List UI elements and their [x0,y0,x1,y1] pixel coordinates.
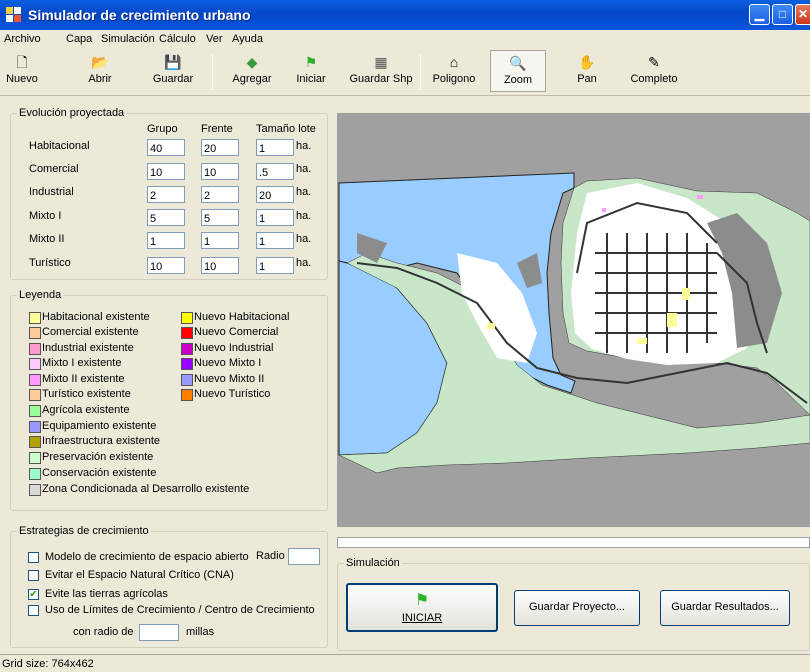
habitacional-grupo-input[interactable] [147,139,185,156]
strategies-title: Estrategias de crecimiento [17,525,151,537]
window-title: Simulador de crecimiento urbano [28,7,251,23]
new-button[interactable]: 🗋 Nuevo [2,50,42,92]
industrial-grupo-input[interactable] [147,186,185,203]
open-folder-icon: 📂 [91,54,109,70]
turistico-lote-input[interactable] [256,257,294,274]
mixto1-grupo-input[interactable] [147,209,185,226]
save-button[interactable]: 💾 Guardar [146,50,200,92]
simulation-group: Simulación ⚑ INICIAR Guardar Proyecto...… [337,557,810,651]
start-button[interactable]: ⚑ Iniciar [290,50,332,92]
mixto1-frente-input[interactable] [201,209,239,226]
unit-label: ha. [296,257,312,269]
row-label: Comercial [29,163,79,175]
check-mark-icon[interactable]: ✔ [28,589,39,600]
header-tamano-lote: Tamaño lote [256,123,316,135]
add-layer-icon: ◆ [246,54,258,70]
pan-button[interactable]: ✋ Pan [566,50,608,92]
green-flag-icon: ⚑ [304,54,318,70]
checkbox-box[interactable] [28,605,39,616]
habitacional-frente-input[interactable] [201,139,239,156]
menu-archivo[interactable]: Archivo [4,33,41,45]
turistico-frente-input[interactable] [201,257,239,274]
save-shp-button[interactable]: ▦ Guardar Shp [348,50,414,92]
turistico-grupo-input[interactable] [147,257,185,274]
green-flag-icon: ⚑ [414,592,430,609]
menu-calculo[interactable]: Cálculo [159,33,196,45]
zoom-button[interactable]: 🔍 Zoom [490,50,546,92]
mixto2-lote-input[interactable] [256,232,294,249]
polygon-icon: ⌂ [449,54,459,70]
radius-prefix: con radio de [73,626,134,638]
menu-ver[interactable]: Ver [206,33,223,45]
progress-bar [337,537,810,548]
close-button[interactable]: ✕ [795,4,810,25]
header-frente: Frente [201,123,233,135]
comercial-grupo-input[interactable] [147,163,185,180]
checkbox-box[interactable] [28,570,39,581]
map-canvas[interactable] [337,113,810,527]
full-extent-icon: ✎ [648,54,660,70]
row-label: Turístico [29,257,71,269]
start-simulation-button[interactable]: ⚑ INICIAR [346,583,498,632]
save-project-button[interactable]: Guardar Proyecto... [514,590,640,626]
simulation-title: Simulación [344,557,402,569]
habitacional-lote-input[interactable] [256,139,294,156]
grid-size-status: Grid size: 764x462 [2,658,94,670]
comercial-frente-input[interactable] [201,163,239,180]
header-grupo: Grupo [147,123,178,135]
toolbar: 🗋 Nuevo 📂 Abrir 💾 Guardar ◆ Agregar ⚑ In… [0,48,810,96]
industrial-frente-input[interactable] [201,186,239,203]
save-results-button[interactable]: Guardar Resultados... [660,590,790,626]
radio-input[interactable] [288,548,320,565]
save-shapefile-icon: ▦ [374,54,388,70]
mixto2-grupo-input[interactable] [147,232,185,249]
minimize-button[interactable]: ▁ [749,4,770,25]
radius-unit: millas [186,626,215,638]
evolution-title: Evolución proyectada [17,107,127,119]
checkbox-box[interactable] [28,552,39,563]
maximize-button[interactable]: □ [772,4,793,25]
legend-title: Leyenda [17,289,64,301]
radius-miles-input[interactable] [139,624,179,641]
menu-capa[interactable]: Capa [66,33,92,45]
status-bar: Grid size: 764x462 [0,654,810,672]
hand-icon: ✋ [578,54,596,70]
unit-label: ha. [296,163,312,175]
add-button[interactable]: ◆ Agregar [226,50,278,92]
row-label: Industrial [29,186,74,198]
row-label: Mixto II [29,233,65,245]
save-disk-icon: 💾 [164,54,182,70]
legend-group: Leyenda Habitacional existente Comercial… [10,289,328,511]
full-extent-button[interactable]: ✎ Completo [622,50,686,92]
new-file-icon: 🗋 [16,54,28,70]
toolbar-separator [420,54,421,90]
magnifier-icon: 🔍 [509,55,527,71]
unit-label: ha. [296,233,312,245]
unit-label: ha. [296,210,312,222]
map-view[interactable] [337,113,810,527]
row-label: Mixto I [29,210,62,222]
unit-label: ha. [296,140,312,152]
mixto2-frente-input[interactable] [201,232,239,249]
app-icon [6,7,22,23]
menu-ayuda[interactable]: Ayuda [232,33,263,45]
mixto1-lote-input[interactable] [256,209,294,226]
title-bar[interactable]: Simulador de crecimiento urbano ▁ □ ✕ [0,0,810,30]
open-button[interactable]: 📂 Abrir [80,50,120,92]
menu-bar: Archivo Capa Simulación Cálculo Ver Ayud… [0,30,810,48]
comercial-lote-input[interactable] [256,163,294,180]
unit-label: ha. [296,186,312,198]
polygon-button[interactable]: ⌂ Poligono [428,50,480,92]
industrial-lote-input[interactable] [256,186,294,203]
row-label: Habitacional [29,140,90,152]
strategies-group: Estrategias de crecimiento Modelo de cre… [10,525,328,648]
radio-label: Radio [256,550,285,562]
toolbar-separator [212,54,213,90]
menu-simulacion[interactable]: Simulación [101,33,155,45]
evolution-group: Evolución proyectada Grupo Frente Tamaño… [10,107,328,280]
